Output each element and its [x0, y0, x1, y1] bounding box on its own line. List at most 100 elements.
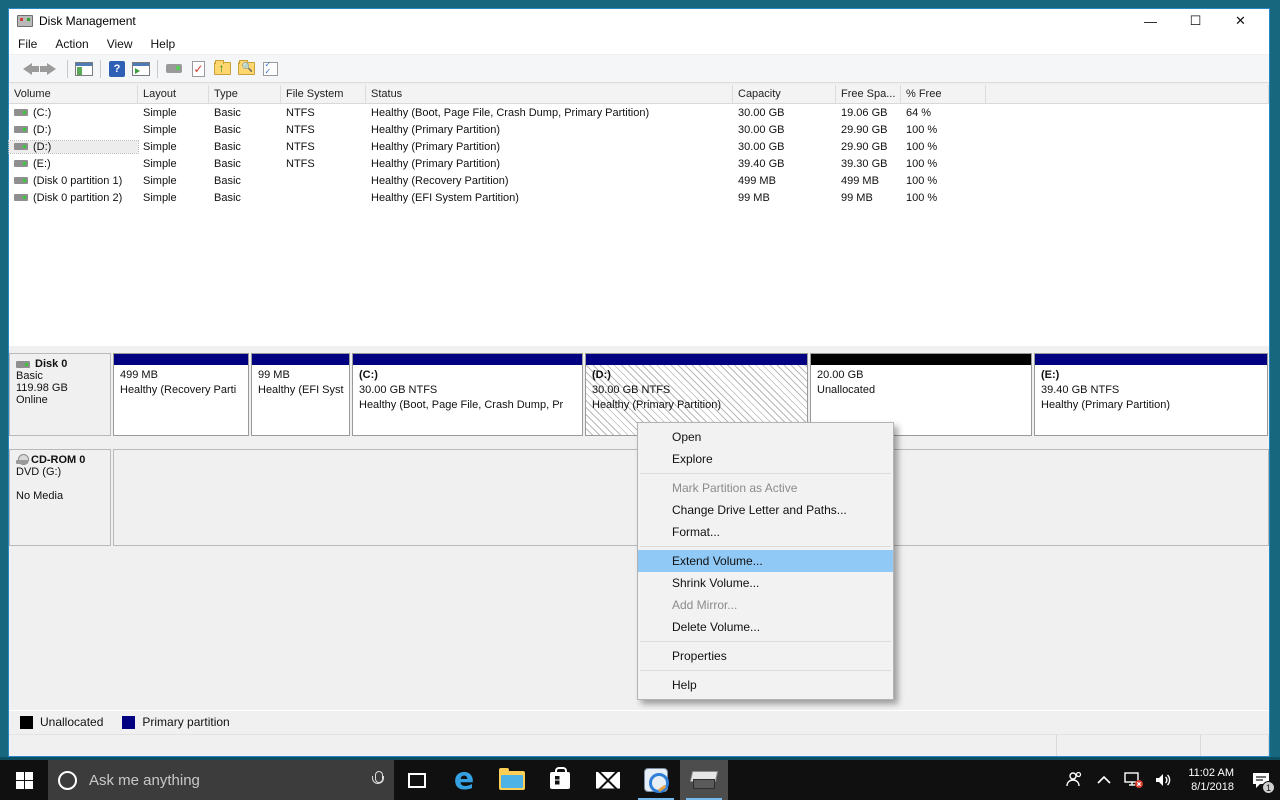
- title-bar[interactable]: Disk Management — ☐ ✕: [9, 9, 1269, 33]
- context-menu: Open Explore Mark Partition as Active Ch…: [637, 422, 894, 700]
- forward-icon[interactable]: [39, 58, 63, 80]
- partition-color-bar: [1035, 354, 1267, 365]
- rescan-disks-icon[interactable]: [162, 58, 186, 80]
- back-icon[interactable]: [15, 58, 39, 80]
- cdrom-label[interactable]: CD-ROM 0 DVD (G:) No Media: [9, 449, 111, 546]
- disk-management-taskbar-button[interactable]: [680, 760, 728, 800]
- partition-color-bar: [353, 354, 582, 365]
- menu-item-mark-active: Mark Partition as Active: [638, 477, 893, 499]
- menu-item-change-drive-letter[interactable]: Change Drive Letter and Paths...: [638, 499, 893, 521]
- volume-icon: [14, 194, 28, 201]
- menu-item-format[interactable]: Format...: [638, 521, 893, 543]
- mail-taskbar-button[interactable]: [584, 760, 632, 800]
- col-type[interactable]: Type: [209, 85, 281, 104]
- menu-item-shrink-volume[interactable]: Shrink Volume...: [638, 572, 893, 594]
- menu-view[interactable]: View: [98, 34, 142, 54]
- col-capacity[interactable]: Capacity: [733, 85, 836, 104]
- file-explorer-icon: [499, 771, 525, 790]
- table-row[interactable]: (C:) Simple Basic NTFS Healthy (Boot, Pa…: [9, 104, 1269, 121]
- menu-item-add-mirror: Add Mirror...: [638, 594, 893, 616]
- partition-color-bar: [586, 354, 807, 365]
- col-layout[interactable]: Layout: [138, 85, 209, 104]
- primary-partition-swatch: [122, 716, 135, 729]
- task-view-button[interactable]: [394, 760, 440, 800]
- menu-item-help[interactable]: Help: [638, 674, 893, 696]
- clock-date: 8/1/2018: [1188, 780, 1234, 794]
- volume-icon: [14, 126, 28, 133]
- menu-item-extend-volume[interactable]: Extend Volume...: [638, 550, 893, 572]
- table-row[interactable]: (Disk 0 partition 1) Simple Basic Health…: [9, 172, 1269, 189]
- menu-file[interactable]: File: [9, 34, 46, 54]
- menu-item-delete-volume[interactable]: Delete Volume...: [638, 616, 893, 638]
- legend-bar: Unallocated Primary partition: [9, 710, 1269, 733]
- menu-separator: [640, 473, 891, 474]
- partition-e[interactable]: (E:) 39.40 GB NTFS Healthy (Primary Part…: [1034, 353, 1268, 436]
- checklist-icon[interactable]: [258, 58, 282, 80]
- taskbar: Ask me anything e 11:02 AM 8/1/2018 1: [0, 760, 1280, 800]
- file-explorer-taskbar-button[interactable]: [488, 760, 536, 800]
- partition-tool-icon: [644, 768, 668, 792]
- speaker-icon[interactable]: [1152, 760, 1176, 800]
- windows-logo-icon: [16, 772, 33, 789]
- app-icon: [17, 15, 33, 27]
- legend-primary: Primary partition: [142, 715, 229, 729]
- network-disconnected-icon[interactable]: [1122, 760, 1146, 800]
- disk0-label[interactable]: Disk 0 Basic 119.98 GB Online: [9, 353, 111, 436]
- col-status[interactable]: Status: [366, 85, 733, 104]
- unallocated-swatch: [20, 716, 33, 729]
- task-view-icon: [408, 773, 426, 788]
- search-placeholder: Ask me anything: [89, 772, 360, 789]
- menu-item-open[interactable]: Open: [638, 426, 893, 448]
- disk-icon: [16, 361, 30, 368]
- store-taskbar-button[interactable]: [536, 760, 584, 800]
- status-bar: [9, 734, 1269, 756]
- folder-search-icon[interactable]: [234, 58, 258, 80]
- table-row-selected[interactable]: (D:) Simple Basic NTFS Healthy (Primary …: [9, 138, 1269, 155]
- store-icon: [550, 772, 570, 789]
- folder-up-icon[interactable]: [210, 58, 234, 80]
- partition-c[interactable]: (C:) 30.00 GB NTFS Healthy (Boot, Page F…: [352, 353, 583, 436]
- check-document-icon[interactable]: [186, 58, 210, 80]
- col-free-space[interactable]: Free Spa...: [836, 85, 901, 104]
- menu-item-properties[interactable]: Properties: [638, 645, 893, 667]
- clock[interactable]: 11:02 AM 8/1/2018: [1182, 766, 1240, 794]
- toolbar-separator: [67, 60, 68, 78]
- table-row[interactable]: (D:) Simple Basic NTFS Healthy (Primary …: [9, 121, 1269, 138]
- toolbar: ?: [9, 55, 1269, 83]
- col-pct-free[interactable]: % Free: [901, 85, 986, 104]
- mail-icon: [596, 772, 620, 789]
- menu-item-explore[interactable]: Explore: [638, 448, 893, 470]
- action-center-button[interactable]: 1: [1246, 760, 1276, 800]
- partition-efi[interactable]: 99 MB Healthy (EFI Syst: [251, 353, 350, 436]
- close-button[interactable]: ✕: [1218, 9, 1263, 33]
- help-icon[interactable]: ?: [105, 58, 129, 80]
- minimize-button[interactable]: —: [1128, 9, 1173, 33]
- menu-action[interactable]: Action: [46, 34, 97, 54]
- chevron-up-icon[interactable]: [1092, 760, 1116, 800]
- toolbar-separator: [100, 60, 101, 78]
- legend-unallocated: Unallocated: [40, 715, 103, 729]
- volume-icon: [14, 143, 28, 150]
- cdrom-icon: [16, 454, 29, 464]
- disk-management-icon: [691, 771, 717, 789]
- volume-list: Volume Layout Type File System Status Ca…: [9, 85, 1269, 346]
- people-icon[interactable]: [1062, 760, 1086, 800]
- show-action-pane-icon[interactable]: [129, 58, 153, 80]
- maximize-button[interactable]: ☐: [1173, 9, 1218, 33]
- partition-color-bar: [114, 354, 248, 365]
- menu-help[interactable]: Help: [142, 34, 185, 54]
- menu-separator: [640, 670, 891, 671]
- partition-recovery[interactable]: 499 MB Healthy (Recovery Parti: [113, 353, 249, 436]
- partition-tool-taskbar-button[interactable]: [632, 760, 680, 800]
- partition-color-bar: [811, 354, 1031, 365]
- console-tree-icon[interactable]: [72, 58, 96, 80]
- cortana-search-box[interactable]: Ask me anything: [48, 760, 394, 800]
- col-file-system[interactable]: File System: [281, 85, 366, 104]
- table-row[interactable]: (Disk 0 partition 2) Simple Basic Health…: [9, 189, 1269, 206]
- edge-taskbar-button[interactable]: e: [440, 760, 488, 800]
- col-volume[interactable]: Volume: [9, 85, 138, 104]
- microphone-icon[interactable]: [372, 771, 384, 789]
- table-row[interactable]: (E:) Simple Basic NTFS Healthy (Primary …: [9, 155, 1269, 172]
- volume-icon: [14, 160, 28, 167]
- start-button[interactable]: [0, 760, 48, 800]
